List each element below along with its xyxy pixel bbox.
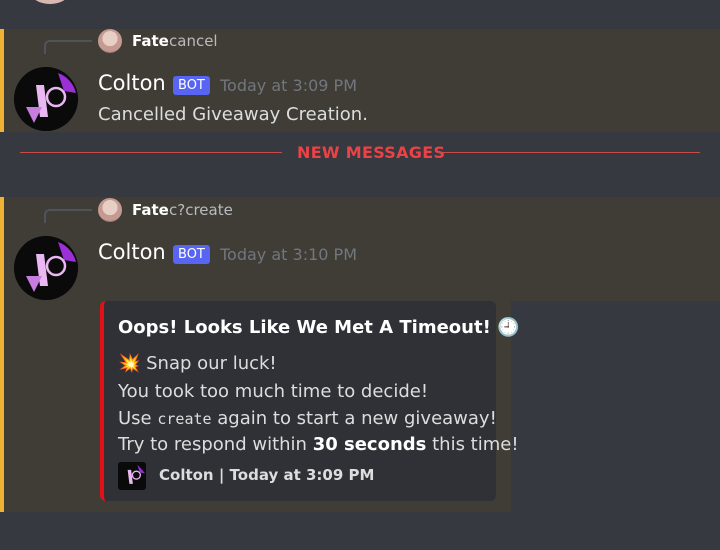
timestamp: Today at 3:10 PM (220, 245, 357, 264)
bot-tag: BOT (173, 245, 210, 264)
embed-text: again to start a new giveaway! (211, 408, 497, 429)
reply-text[interactable]: cancel (169, 32, 218, 50)
bot-tag: BOT (173, 76, 210, 95)
reply-connector (44, 209, 92, 223)
embed-line: 💥 Snap our luck! (118, 353, 277, 374)
avatar-art-icon (14, 67, 78, 131)
avatar[interactable] (14, 236, 78, 300)
avatar[interactable] (14, 67, 78, 131)
divider-line-right (437, 152, 700, 153)
inline-code: create (157, 410, 212, 428)
reply-text[interactable]: c?create (169, 201, 233, 219)
reply-avatar[interactable] (98, 29, 122, 53)
message-content: Cancelled Giveaway Creation. (98, 104, 368, 125)
embed-text: Use (118, 408, 158, 429)
footer-avatar-icon (118, 462, 146, 490)
author-name[interactable]: Colton (98, 71, 166, 95)
previous-avatar[interactable] (30, 0, 70, 4)
reply-author[interactable]: Fate (132, 201, 169, 219)
embed: Oops! Looks Like We Met A Timeout! 🕘 💥 S… (100, 301, 519, 501)
embed-line: Use create again to start a new giveaway… (118, 408, 497, 429)
embed-footer: Colton | Today at 3:09 PM (159, 466, 375, 484)
embed-title: Oops! Looks Like We Met A Timeout! 🕘 (118, 317, 520, 338)
avatar-art-icon (14, 236, 78, 300)
reply-connector (44, 40, 92, 54)
reply-avatar[interactable] (98, 198, 122, 222)
author-name[interactable]: Colton (98, 240, 166, 264)
timestamp: Today at 3:09 PM (220, 76, 357, 95)
new-messages-label: NEW MESSAGES (297, 143, 446, 162)
embed-line: Try to respond within 30 seconds this ti… (118, 434, 519, 455)
embed-line: You took too much time to decide! (118, 381, 429, 402)
embed-text: this time! (426, 434, 519, 455)
reply-author[interactable]: Fate (132, 32, 169, 50)
divider-line-left (20, 152, 282, 153)
embed-text: Try to respond within (118, 434, 313, 455)
embed-bold-text: 30 seconds (312, 434, 427, 455)
